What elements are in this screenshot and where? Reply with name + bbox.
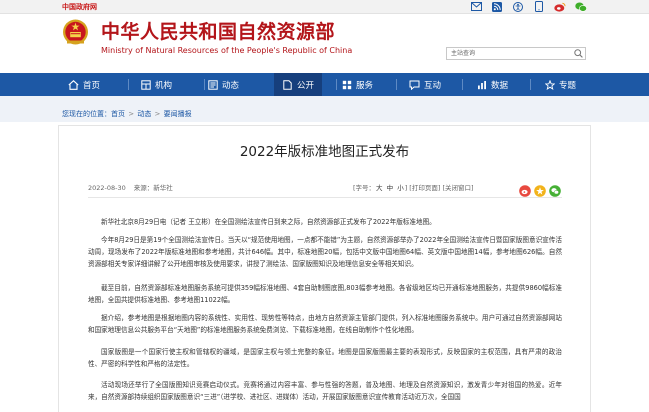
search-input[interactable]: 主站查询 — [446, 47, 586, 60]
site-title-english: Ministry of Natural Resources of the Peo… — [101, 46, 353, 55]
nav-divider — [204, 79, 205, 90]
nav-divider — [336, 79, 337, 90]
weibo-share-icon[interactable] — [519, 182, 531, 197]
breadcrumb-separator: > — [126, 110, 137, 118]
share-icon-group — [519, 182, 561, 197]
article-paragraph: 活动现场还举行了全国版图知识竞赛启动仪式。竞赛将通过内容丰富、参与性强的答题，普… — [88, 381, 562, 402]
nav-item-label: 首页 — [83, 80, 101, 91]
nav-item-interaction[interactable]: 互动 — [409, 73, 441, 96]
nav-item-services[interactable]: 服务 — [341, 73, 373, 96]
main-nav: 首页 机构 动态 公开 服务 互动 数据 专题 — [0, 73, 649, 96]
breadcrumb-home[interactable]: 首页 — [111, 110, 125, 118]
article-meta: 2022-08-30 来源：新华社 — [88, 184, 181, 193]
close-window-link[interactable]: [关闭窗口] — [442, 184, 473, 192]
nav-item-topics[interactable]: 专题 — [544, 73, 576, 96]
accessibility-icon[interactable] — [512, 1, 524, 12]
font-size-label: [字号： — [353, 184, 376, 192]
print-page-link[interactable]: ] [打印页面] — [405, 184, 441, 192]
article-paragraph: 今年8月29日是第19个全国测绘法宣传日。当天以“规范使用地图，一点都不能错”为… — [88, 236, 562, 269]
mobile-icon[interactable] — [533, 1, 545, 12]
news-icon — [207, 79, 218, 90]
breadcrumb-news[interactable]: 动态 — [137, 110, 151, 118]
nav-item-label: 专题 — [559, 80, 577, 91]
nav-divider — [462, 79, 463, 90]
nav-item-label: 动态 — [222, 80, 240, 91]
nav-item-organization[interactable]: 机构 — [140, 73, 172, 96]
building-icon — [140, 79, 151, 90]
service-icon — [341, 79, 352, 90]
gov-portal-link[interactable]: 中国政府网 — [62, 1, 97, 13]
font-size-large[interactable]: 大 — [376, 184, 383, 192]
breadcrumb: 您现在的位置：首页 > 动态 > 要闻播报 — [62, 110, 192, 119]
breadcrumb-headlines[interactable]: 要闻播报 — [164, 110, 192, 118]
nav-item-home[interactable]: 首页 — [68, 73, 100, 96]
top-utility-bar: 中国政府网 — [0, 0, 649, 14]
nav-divider — [128, 79, 129, 90]
nav-item-news[interactable]: 动态 — [207, 73, 239, 96]
meta-divider — [88, 197, 562, 198]
document-icon — [282, 79, 293, 90]
nav-item-label: 机构 — [155, 80, 173, 91]
article-paragraph: 据介绍，参考地图是根据地图内容的系统性、实用性、现势性等特点，由地方自然资源主管… — [88, 314, 562, 335]
article-paragraph: 国家版图是一个国家行使主权和管辖权的疆域，是国家主权与领土完整的象征。地图是国家… — [88, 348, 562, 369]
chart-icon — [476, 79, 487, 90]
article-paragraph: 截至目前，自然资源部标准地图服务系统可提供359幅标准地图、4套自助制图底图,8… — [88, 284, 562, 305]
article-paragraph: 新华社北京8月29日电（记者 王立彬）在全国测绘法宣传日到来之际，自然资源部正式… — [101, 218, 436, 226]
article-date: 2022-08-30 — [88, 184, 126, 192]
breadcrumb-separator: > — [152, 110, 163, 118]
weibo-icon[interactable] — [554, 1, 566, 12]
nav-item-public[interactable]: 公开 — [274, 73, 323, 96]
nav-divider — [530, 79, 531, 90]
article-source: 来源：新华社 — [133, 184, 173, 192]
chat-icon — [409, 79, 420, 90]
nav-divider — [396, 79, 397, 90]
topic-icon — [544, 79, 555, 90]
site-title[interactable]: 中华人民共和国自然资源部 — [101, 21, 335, 43]
breadcrumb-prefix: 您现在的位置： — [62, 110, 111, 118]
national-emblem-icon — [62, 19, 89, 47]
nav-item-label: 互动 — [424, 80, 442, 91]
search-icon[interactable] — [573, 48, 584, 59]
rss-icon[interactable] — [491, 1, 503, 12]
nav-item-data[interactable]: 数据 — [476, 73, 508, 96]
article-title: 2022年版标准地图正式发布 — [239, 144, 410, 160]
qzone-share-icon[interactable] — [534, 182, 546, 197]
mail-icon[interactable] — [470, 1, 482, 12]
nav-item-label: 公开 — [297, 80, 315, 91]
nav-item-label: 数据 — [491, 80, 509, 91]
article-tools: [字号：大 中 小] [打印页面] [关闭窗口] — [353, 184, 474, 193]
home-icon — [68, 79, 79, 90]
wechat-icon[interactable] — [575, 1, 587, 12]
top-icon-group — [470, 1, 587, 12]
nav-item-label: 服务 — [356, 80, 374, 91]
font-size-medium[interactable]: 中 — [387, 184, 394, 192]
wechat-share-icon[interactable] — [549, 182, 561, 197]
font-size-small[interactable]: 小 — [397, 184, 404, 192]
